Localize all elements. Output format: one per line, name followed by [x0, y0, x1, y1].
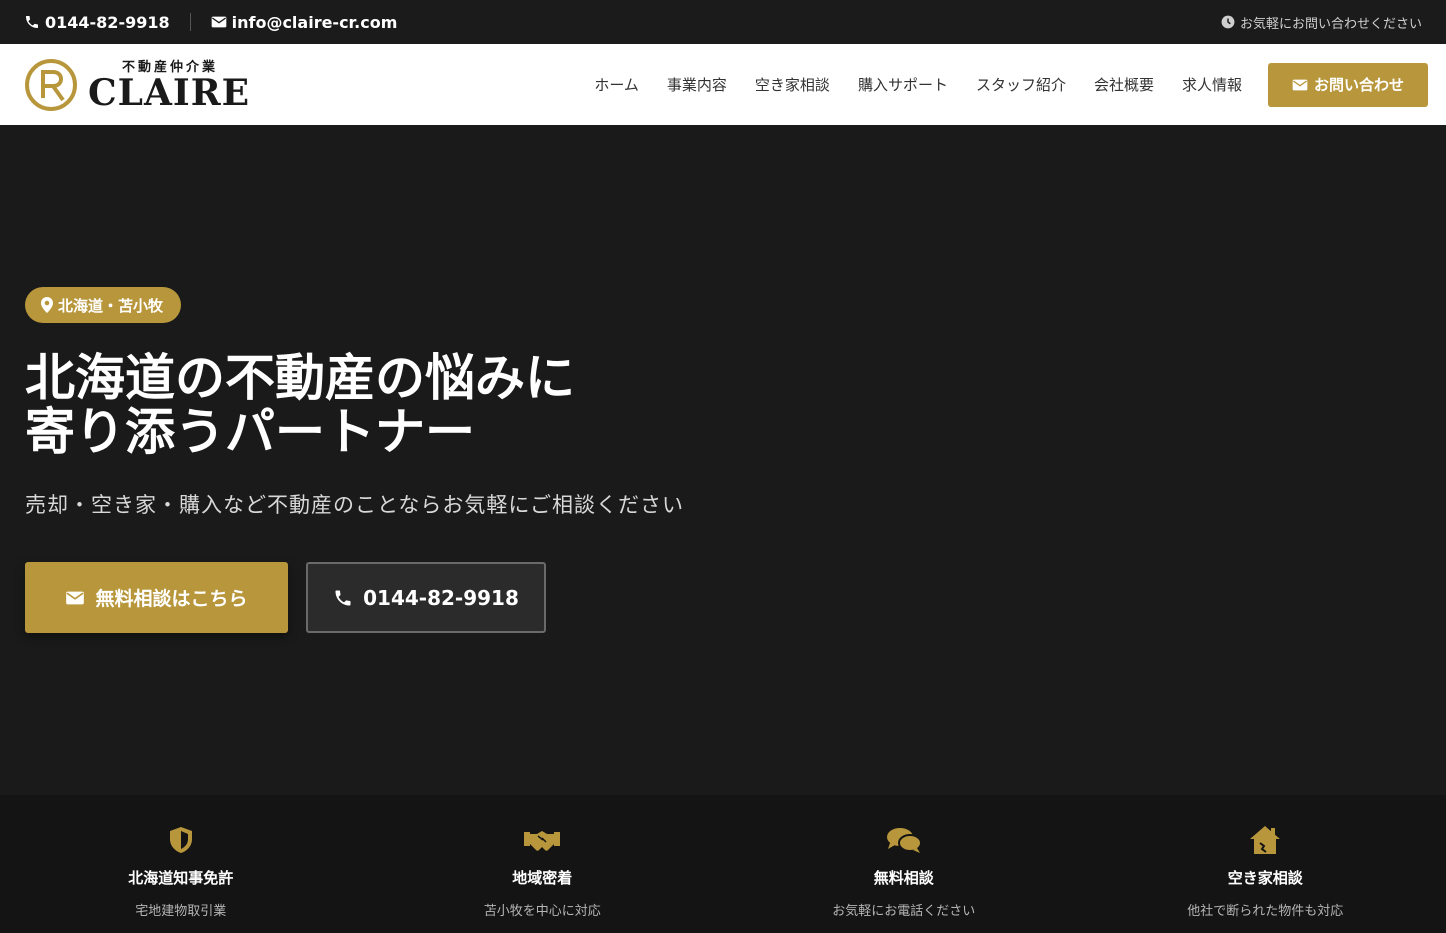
- topbar-divider: [189, 13, 191, 31]
- free-consultation-label: 無料相談はこちら: [95, 588, 248, 610]
- phone-call-label: 0144-82-9918: [363, 585, 519, 610]
- feature-local: 地域密着 苫小牧を中心に対応: [362, 795, 724, 933]
- handshake-icon: [524, 831, 561, 851]
- topbar-notice-text: お気軽にお問い合わせください: [1239, 16, 1422, 32]
- hero-title-line2: 寄り添うパートナー: [25, 402, 475, 461]
- clock-icon: [1221, 15, 1235, 29]
- nav-item-vacant-house[interactable]: 空き家相談: [755, 74, 830, 95]
- feature-title: 地域密着: [512, 869, 573, 887]
- location-badge: 北海道・苫小牧: [25, 287, 182, 323]
- nav-item-company[interactable]: 会社概要: [1094, 74, 1154, 95]
- map-pin-icon: [41, 297, 53, 313]
- features-strip: 北海道知事免許 宅地建物取引業 地域密着 苫小牧を中心に対応 無料相談 お気軽に…: [0, 795, 1446, 933]
- envelope-icon: [66, 591, 85, 604]
- topbar-email[interactable]: info@claire-cr.com: [211, 12, 398, 32]
- nav-item-staff[interactable]: スタッフ紹介: [976, 74, 1066, 95]
- nav-item-recruit[interactable]: 求人情報: [1182, 74, 1242, 95]
- feature-desc: お気軽にお電話ください: [832, 904, 976, 919]
- main-nav: ホーム 事業内容 空き家相談 購入サポート スタッフ紹介 会社概要 求人情報 お…: [566, 62, 1428, 107]
- hero-title: 北海道の不動産の悩みに 寄り添うパートナー: [25, 351, 725, 459]
- envelope-icon: [1292, 79, 1308, 90]
- topbar-phone-text: 0144-82-9918: [45, 12, 170, 32]
- hero-title-line1: 北海道の不動産の悩みに: [25, 348, 575, 407]
- feature-free-consult: 無料相談 お気軽にお電話ください: [723, 795, 1085, 933]
- feature-desc: 宅地建物取引業: [135, 904, 227, 919]
- phone-call-button[interactable]: 0144-82-9918: [306, 562, 546, 633]
- envelope-icon: [211, 16, 226, 28]
- topbar-notice: お気軽にお問い合わせください: [1221, 13, 1422, 32]
- feature-license: 北海道知事免許 宅地建物取引業: [0, 795, 362, 933]
- hero-subtitle: 売却・空き家・購入など不動産のことならお気軽にご相談ください: [25, 493, 684, 517]
- top-bar: 0144-82-9918 info@claire-cr.com お気軽にお問い合…: [0, 0, 1446, 44]
- topbar-email-text: info@claire-cr.com: [231, 12, 398, 32]
- phone-icon: [335, 590, 351, 605]
- feature-title: 北海道知事免許: [128, 869, 234, 887]
- nav-item-services[interactable]: 事業内容: [667, 74, 727, 95]
- logo-text: 不動産仲介業 CLAIRE: [88, 56, 250, 113]
- contact-button[interactable]: お問い合わせ: [1268, 62, 1428, 107]
- site-header: 不動産仲介業 CLAIRE ホーム 事業内容 空き家相談 購入サポート スタッフ…: [0, 44, 1446, 125]
- topbar-phone[interactable]: 0144-82-9918: [24, 13, 170, 32]
- house-icon: [1250, 826, 1281, 854]
- feature-desc: 苫小牧を中心に対応: [483, 904, 601, 919]
- feature-title: 無料相談: [873, 869, 934, 887]
- feature-title: 空き家相談: [1227, 869, 1303, 887]
- feature-vacant-house: 空き家相談 他社で断られた物件も対応: [1085, 795, 1446, 933]
- shield-icon: [169, 827, 192, 853]
- site-logo[interactable]: 不動産仲介業 CLAIRE: [24, 56, 250, 113]
- contact-button-label: お問い合わせ: [1313, 76, 1404, 94]
- feature-desc: 他社で断られた物件も対応: [1187, 904, 1344, 919]
- chat-icon: [886, 828, 922, 853]
- free-consultation-button[interactable]: 無料相談はこちら: [25, 562, 288, 633]
- nav-item-purchase-support[interactable]: 購入サポート: [858, 74, 948, 95]
- location-badge-text: 北海道・苫小牧: [58, 296, 164, 315]
- phone-icon: [26, 15, 38, 28]
- hero-section: 北海道・苫小牧 北海道の不動産の悩みに 寄り添うパートナー 売却・空き家・購入な…: [0, 125, 1446, 795]
- nav-item-home[interactable]: ホーム: [594, 74, 639, 95]
- logo-r-mark-icon: [25, 58, 77, 111]
- logo-wordmark: CLAIRE: [88, 72, 251, 114]
